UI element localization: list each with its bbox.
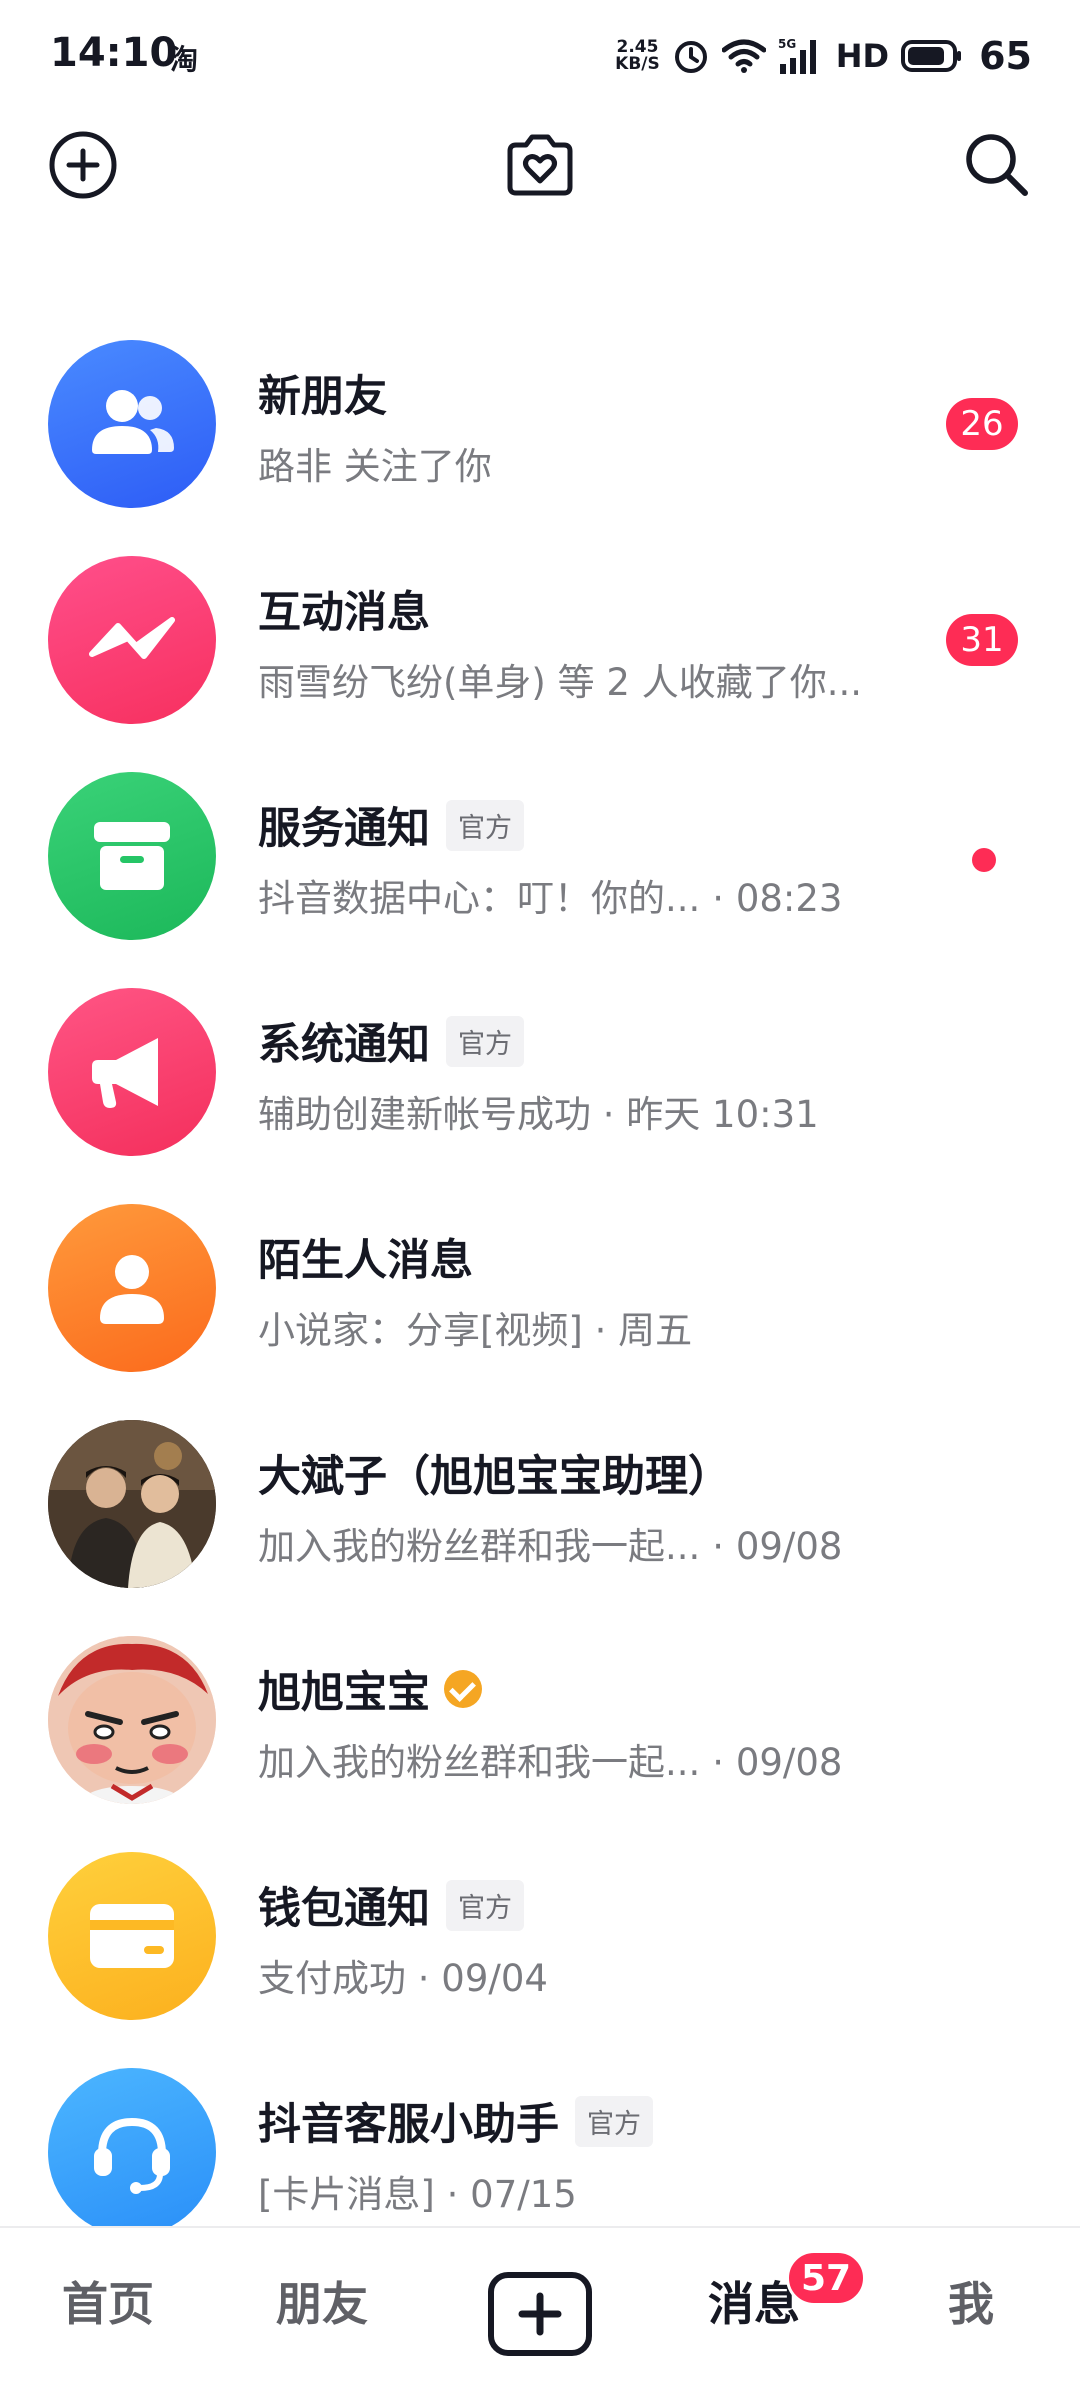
nav-home[interactable]: 首页 <box>62 2268 154 2334</box>
timestamp: · 09/08 <box>712 1741 843 1784</box>
title-text: 大斌子（旭旭宝宝助理） <box>258 1452 731 1502</box>
title-text: 系统通知 <box>258 1020 430 1070</box>
user-avatar[interactable] <box>48 1420 216 1588</box>
nav-me[interactable]: 我 <box>948 2268 994 2334</box>
message-list: 新朋友 路非 关注了你 26 互动消息 雨雪纷飞纷(单身) 等 2 人收藏了你.… <box>0 340 1080 2284</box>
bottom-nav: 首页 朋友 消息 57 我 <box>0 2226 1080 2400</box>
status-bar: 14:10 淘 2.45 KB/S 5G HD 65 <box>0 0 1080 110</box>
wifi-icon <box>721 39 766 73</box>
list-item-subtitle: [卡片消息] · 07/15 <box>258 2173 577 2216</box>
messages-unread-badge: 57 <box>786 2250 867 2306</box>
person-icon <box>100 1255 164 1324</box>
camera-heart-button[interactable] <box>495 120 585 210</box>
unread-dot <box>972 848 996 872</box>
svg-text:5G: 5G <box>778 37 796 51</box>
plus-circle-icon <box>49 131 117 199</box>
official-tag: 官方 <box>575 2095 653 2147</box>
nav-friends[interactable]: 朋友 <box>276 2268 368 2334</box>
wallet-notice-avatar <box>48 1852 216 2020</box>
battery-icon <box>901 40 962 72</box>
system-notice-avatar <box>48 988 216 1156</box>
customer-service-avatar <box>48 2068 216 2236</box>
official-tag: 官方 <box>446 1879 524 1931</box>
list-item-subtitle: 雨雪纷飞纷(单身) 等 2 人收藏了你... <box>258 661 862 704</box>
photo-avatar <box>48 1420 216 1588</box>
list-item-subtitle: 加入我的粉丝群和我一起... · 09/08 <box>258 1732 842 1786</box>
user-avatar[interactable] <box>48 1636 216 1804</box>
create-post-button[interactable] <box>488 2272 592 2356</box>
new-friends-avatar <box>48 340 216 508</box>
title-text: 旭旭宝宝 <box>258 1668 430 1718</box>
list-item-subtitle: 小说家：分享[视频] · 周五 <box>258 1309 693 1352</box>
timestamp: · 08:23 <box>712 877 843 920</box>
list-item-title: 新朋友 <box>258 362 387 424</box>
top-bar <box>0 110 1080 230</box>
box-icon <box>94 822 170 890</box>
cellular-signal-icon: 5G <box>778 37 816 74</box>
title-text: 新朋友 <box>258 372 387 422</box>
title-text: 陌生人消息 <box>258 1236 473 1286</box>
status-time: 14:10 <box>50 30 178 76</box>
list-item-title: 服务通知 官方 <box>258 794 524 856</box>
subtitle-text: 加入我的粉丝群和我一起... <box>258 1741 701 1784</box>
list-item-subtitle: 辅助创建新帐号成功 · 昨天 10:31 <box>258 1093 819 1136</box>
unread-count-badge: 26 <box>946 398 1018 450</box>
network-speed: 2.45 KB/S <box>615 39 660 73</box>
taobao-notification-icon: 淘 <box>170 43 199 76</box>
alarm-icon <box>674 41 707 73</box>
service-notice-avatar <box>48 772 216 940</box>
subtitle-text: 加入我的粉丝群和我一起... <box>258 1525 701 1568</box>
subtitle-text: 抖音数据中心：叮！你的... <box>258 877 701 920</box>
zigzag-icon <box>89 617 175 659</box>
list-item-system-notice[interactable]: 系统通知 官方 辅助创建新帐号成功 · 昨天 10:31 <box>0 988 1080 1204</box>
official-tag: 官方 <box>446 1015 524 1067</box>
battery-level: 65 <box>979 34 1032 78</box>
status-indicators: 2.45 KB/S 5G HD 65 <box>615 30 1032 82</box>
headset-icon <box>94 2117 170 2194</box>
list-item-subtitle: 支付成功 · 09/04 <box>258 1957 548 2000</box>
stranger-messages-avatar <box>48 1204 216 1372</box>
list-item-title: 钱包通知 官方 <box>258 1874 524 1936</box>
list-item-interactions[interactable]: 互动消息 雨雪纷飞纷(单身) 等 2 人收藏了你... 31 <box>0 556 1080 772</box>
verified-badge-icon <box>444 1670 482 1708</box>
list-item-title: 系统通知 官方 <box>258 1010 524 1072</box>
list-item-subtitle: 路非 关注了你 <box>258 445 492 488</box>
unread-count-badge: 31 <box>946 614 1018 666</box>
list-item-subtitle: 加入我的粉丝群和我一起... · 09/08 <box>258 1516 842 1570</box>
add-friend-button[interactable] <box>38 120 128 210</box>
list-item-subtitle: 抖音数据中心：叮！你的... · 08:23 <box>258 868 842 922</box>
camera-heart-icon <box>507 134 573 196</box>
title-text: 抖音客服小助手 <box>258 2100 559 2150</box>
list-item-wallet-notice[interactable]: 钱包通知 官方 支付成功 · 09/04 <box>0 1852 1080 2068</box>
title-text: 互动消息 <box>258 588 430 638</box>
people-icon <box>92 390 174 454</box>
list-item-title: 大斌子（旭旭宝宝助理） <box>258 1442 731 1504</box>
network-speed-unit: KB/S <box>615 54 660 74</box>
hd-label: HD <box>835 37 890 75</box>
list-item-title: 陌生人消息 <box>258 1226 473 1288</box>
title-text: 钱包通知 <box>258 1884 430 1934</box>
search-button[interactable] <box>952 120 1042 210</box>
search-icon <box>966 134 1028 196</box>
list-item-stranger-messages[interactable]: 陌生人消息 小说家：分享[视频] · 周五 <box>0 1204 1080 1420</box>
list-item-new-friends[interactable]: 新朋友 路非 关注了你 26 <box>0 340 1080 556</box>
title-text: 服务通知 <box>258 804 430 854</box>
card-icon <box>90 1904 174 1968</box>
cartoon-avatar <box>48 1636 216 1804</box>
megaphone-icon <box>92 1038 158 1108</box>
official-tag: 官方 <box>446 799 524 851</box>
list-item-title: 旭旭宝宝 <box>258 1658 482 1720</box>
list-item-chat[interactable]: 旭旭宝宝 加入我的粉丝群和我一起... · 09/08 <box>0 1636 1080 1852</box>
plus-icon <box>518 2292 562 2336</box>
list-item-title: 互动消息 <box>258 578 430 640</box>
list-item-service-notice[interactable]: 服务通知 官方 抖音数据中心：叮！你的... · 08:23 <box>0 772 1080 988</box>
list-item-title: 抖音客服小助手 官方 <box>258 2090 653 2152</box>
list-item-chat[interactable]: 大斌子（旭旭宝宝助理） 加入我的粉丝群和我一起... · 09/08 <box>0 1420 1080 1636</box>
interactions-avatar <box>48 556 216 724</box>
timestamp: · 09/08 <box>712 1525 843 1568</box>
